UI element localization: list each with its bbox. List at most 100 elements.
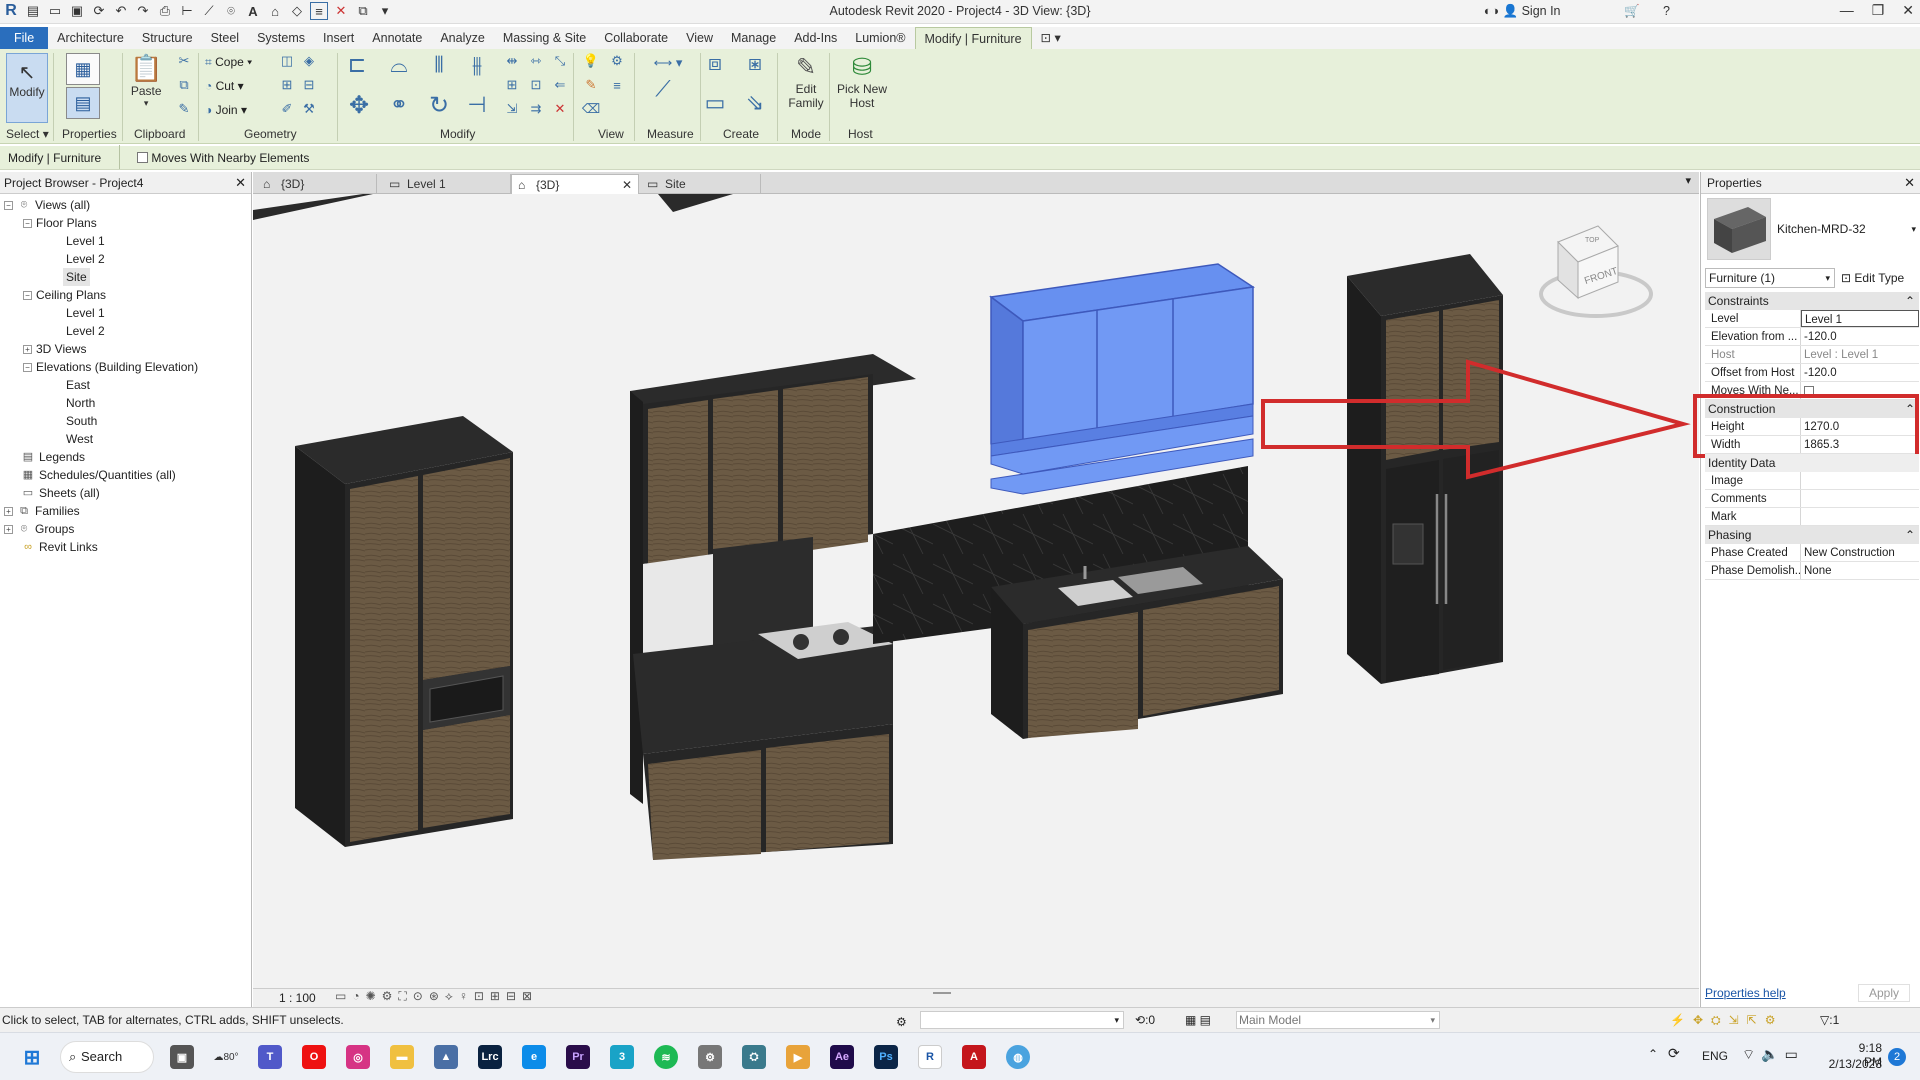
element-selector[interactable]: Furniture (1) ▾ <box>1705 268 1835 288</box>
minimize-icon[interactable]: — <box>1840 2 1854 19</box>
type-properties-button[interactable]: ▦ <box>66 53 100 85</box>
autocad-icon[interactable]: A <box>962 1045 986 1069</box>
system-tray-icons[interactable]: ⌔🔈▭ <box>1742 1046 1804 1064</box>
tab-steel[interactable]: Steel <box>202 27 249 49</box>
teams-icon[interactable]: T <box>258 1045 282 1069</box>
mirror-draw-icon[interactable]: ⫵ <box>468 52 486 77</box>
rotate-icon[interactable]: ↻ <box>429 92 449 119</box>
tree-revit-links[interactable]: ∞ Revit Links <box>21 538 98 556</box>
cut-scissors-icon[interactable]: ✂ <box>175 53 193 69</box>
join-button[interactable]: ◑ Join ▾ <box>205 103 247 117</box>
prop-image[interactable]: Image <box>1705 472 1919 490</box>
app-icon-1[interactable]: ⚙ <box>698 1045 722 1069</box>
trim-icon[interactable]: ⊣ <box>467 92 486 117</box>
tab-lumion[interactable]: Lumion® <box>846 27 914 49</box>
group-phasing[interactable]: Phasing ⌃ <box>1705 526 1919 544</box>
weather-widget[interactable]: ☁ 80° <box>213 1045 238 1069</box>
select-dropdown[interactable]: Select ▾ <box>6 127 49 141</box>
edit-type-button[interactable]: ⊡ Edit Type <box>1841 268 1904 288</box>
opera-icon[interactable]: O <box>302 1045 326 1069</box>
tree-schedules[interactable]: ▦ Schedules/Quantities (all) <box>21 466 176 484</box>
geometry-tool-2-icon[interactable]: ◈ <box>300 53 318 69</box>
tree-ceiling-level-1[interactable]: Level 1 <box>66 304 105 322</box>
group-identity-data[interactable]: Identity Data <box>1705 454 1919 472</box>
tab-architecture[interactable]: Architecture <box>48 27 133 49</box>
eraser-icon[interactable]: ⌫ <box>582 101 600 117</box>
3ds-max-icon[interactable]: 3 <box>610 1045 634 1069</box>
modify-button[interactable]: ↖ Modify <box>6 53 48 123</box>
prop-phase-created[interactable]: Phase Created New Construction <box>1705 544 1919 562</box>
3d-viewport[interactable]: TOP FRONT <box>253 194 1699 988</box>
tab-insert[interactable]: Insert <box>314 27 363 49</box>
clock-date[interactable]: 2/13/2023 <box>1822 1057 1882 1071</box>
apply-button[interactable]: Apply <box>1857 984 1910 1002</box>
view-tab-3d-active[interactable]: ⌂ {3D} ✕ <box>511 174 639 194</box>
pick-new-host-button[interactable]: ⛁ Pick New Host <box>834 53 890 110</box>
create-assembly-icon[interactable]: ⧈ <box>706 50 724 75</box>
tab-view[interactable]: View <box>677 27 722 49</box>
selection-filter-icons[interactable]: ⚡✥⛭⇲⇱⚙ <box>1670 1008 1783 1032</box>
editing-requests[interactable]: ⟲:0 <box>1135 1008 1155 1032</box>
checkbox-box[interactable] <box>137 152 148 163</box>
tree-floor-level-2[interactable]: Level 2 <box>66 250 105 268</box>
split-icon[interactable]: ⇹ <box>503 53 521 69</box>
scroll-handle[interactable] <box>933 992 951 994</box>
copy-icon[interactable]: ⧉ <box>175 77 193 93</box>
design-options-icon[interactable]: ▦ ▤ <box>1185 1008 1211 1032</box>
tree-views-all[interactable]: − ⌾ Views (all) <box>4 196 90 214</box>
edge-icon[interactable]: e <box>522 1045 546 1069</box>
tab-add-ins[interactable]: Add-Ins <box>785 27 846 49</box>
tree-floor-level-1[interactable]: Level 1 <box>66 232 105 250</box>
tree-elev-north[interactable]: North <box>66 394 95 412</box>
tree-groups[interactable]: + ⌾ Groups <box>4 520 74 538</box>
hide-icon[interactable]: 💡 <box>582 53 600 69</box>
close-icon[interactable]: ✕ <box>1904 172 1915 194</box>
revit-taskbar-icon[interactable]: R <box>918 1045 942 1069</box>
move-icon[interactable]: ✥ <box>349 92 369 119</box>
tree-ceiling-level-2[interactable]: Level 2 <box>66 322 105 340</box>
moves-with-nearby-checkbox[interactable]: Moves With Nearby Elements <box>137 146 309 170</box>
tree-floor-plans[interactable]: − Floor Plans <box>23 214 97 232</box>
tab-annotate[interactable]: Annotate <box>363 27 431 49</box>
tray-overflow-icon[interactable]: ⌃ <box>1648 1047 1658 1061</box>
after-effects-icon[interactable]: Ae <box>830 1045 854 1069</box>
prop-elevation[interactable]: Elevation from ... -120.0 <box>1705 328 1919 346</box>
lock-icon[interactable]: ⇐ <box>551 77 569 93</box>
file-explorer-icon[interactable]: ▬ <box>390 1045 414 1069</box>
close-icon[interactable]: ✕ <box>235 172 246 194</box>
spotify-icon[interactable]: ≋ <box>654 1045 678 1069</box>
task-view-icon[interactable]: ▣ <box>170 1045 194 1069</box>
prop-phase-demolished[interactable]: Phase Demolish... None <box>1705 562 1919 580</box>
paint-icon[interactable]: ✐ <box>278 101 296 117</box>
prop-offset[interactable]: Offset from Host -120.0 <box>1705 364 1919 382</box>
tabs-menu-icon[interactable]: ▾ <box>1685 174 1691 187</box>
properties-help-link[interactable]: Properties help <box>1705 986 1786 1000</box>
geometry-tool-3-icon[interactable]: ⊞ <box>278 77 296 93</box>
photoshop-icon[interactable]: Ps <box>874 1045 898 1069</box>
taskbar-search[interactable]: ⌕ Search <box>60 1041 154 1073</box>
media-player-icon[interactable]: ▶ <box>786 1045 810 1069</box>
tab-extra-icon[interactable]: ⊡ ▾ <box>1032 27 1070 49</box>
aligned-dimension-icon[interactable]: ⟋ <box>648 76 678 101</box>
tab-systems[interactable]: Systems <box>248 27 314 49</box>
close-icon[interactable]: ✕ <box>1902 2 1914 19</box>
restore-icon[interactable]: ❐ <box>1872 2 1885 19</box>
group-constraints[interactable]: Constraints ⌃ <box>1705 292 1919 310</box>
measure-between-icon[interactable]: ⟷ ▾ <box>648 55 688 71</box>
tab-structure[interactable]: Structure <box>133 27 202 49</box>
unlock-icon[interactable]: ⤡ <box>551 53 569 69</box>
geometry-tool-1-icon[interactable]: ◫ <box>278 53 296 69</box>
override-graphics-icon[interactable]: ✎ <box>582 77 600 93</box>
align-icon[interactable]: ⊏ <box>348 52 366 77</box>
prop-comments[interactable]: Comments <box>1705 490 1919 508</box>
help-icon[interactable]: ? <box>1663 4 1670 18</box>
tree-sheets[interactable]: ▭ Sheets (all) <box>21 484 100 502</box>
type-name[interactable]: Kitchen-MRD-32 <box>1777 222 1866 236</box>
tree-3d-views[interactable]: +3D Views <box>23 340 86 358</box>
delete-icon[interactable]: ✕ <box>551 101 569 117</box>
geometry-tool-4-icon[interactable]: ⊟ <box>300 77 318 93</box>
tab-modify-furniture[interactable]: Modify | Furniture <box>914 27 1032 49</box>
sign-in-link[interactable]: ◐◑ 👤 Sign In 🛒 ? <box>1484 4 1670 19</box>
tab-file[interactable]: File <box>0 27 49 49</box>
onedrive-sync-icon[interactable]: ⟳ <box>1668 1045 1680 1062</box>
